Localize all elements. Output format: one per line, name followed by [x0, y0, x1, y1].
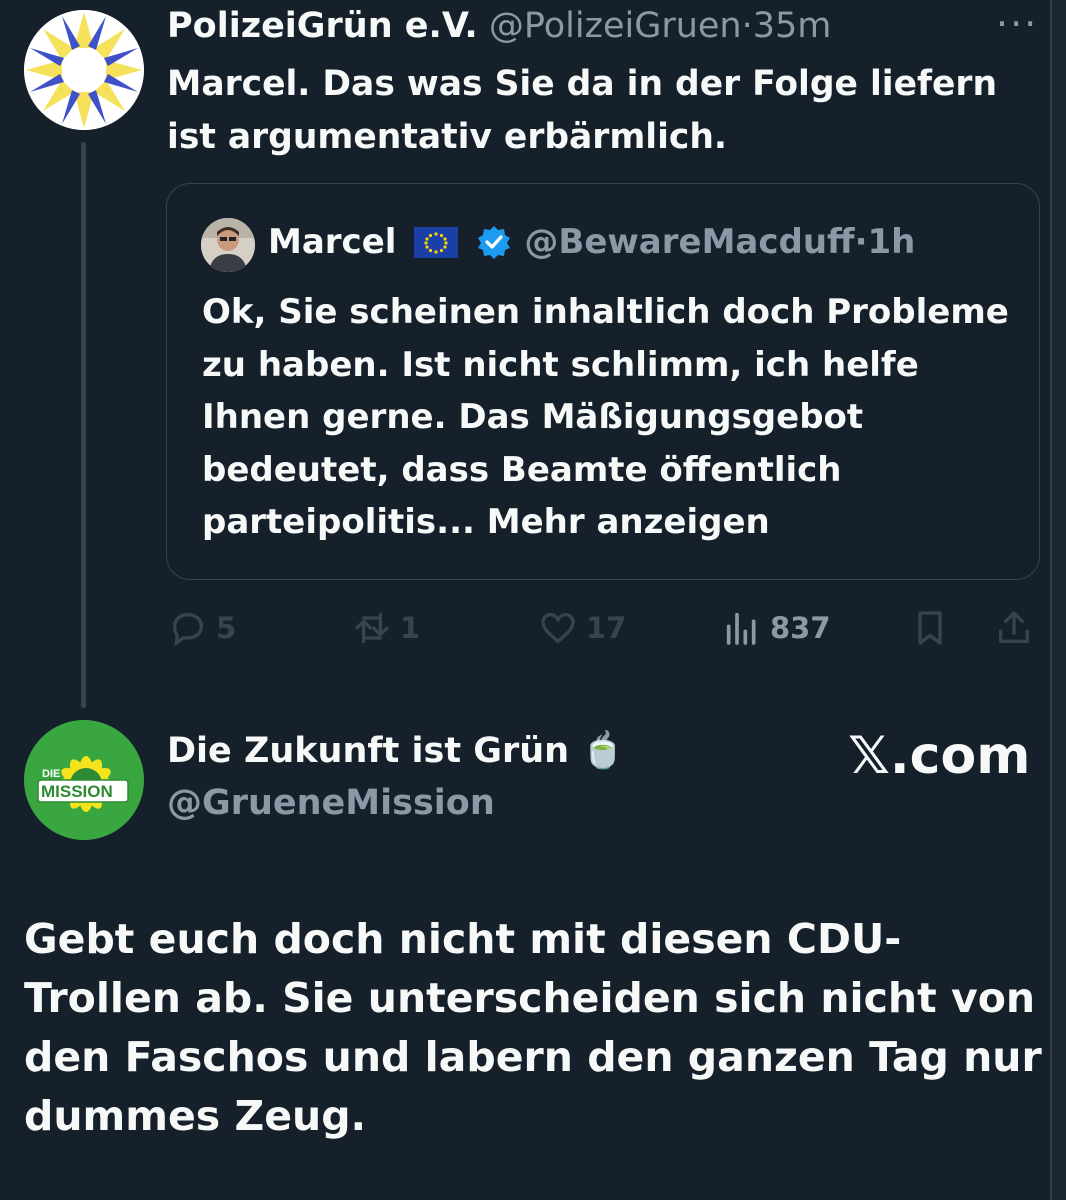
- sunflower-mission-logo-icon: DIE MISSION: [24, 720, 144, 840]
- views-button[interactable]: 837: [722, 606, 831, 650]
- gruenemission-avatar[interactable]: DIE MISSION: [24, 720, 144, 840]
- polizeigruen-avatar[interactable]: [24, 10, 144, 130]
- share-icon: [999, 611, 1029, 643]
- embed-author-name[interactable]: Die Zukunft ist Grün: [167, 731, 569, 771]
- x-com-watermark: 𝕏.com: [848, 726, 1031, 786]
- embed-tweet-text: Gebt euch doch nicht mit diesen CDU-Trol…: [24, 915, 1042, 1140]
- tea-emoji: 🍵: [581, 731, 625, 771]
- bookmark-icon: [918, 611, 942, 645]
- author-name[interactable]: PolizeiGrün e.V.: [167, 6, 478, 46]
- person-avatar-icon: [201, 218, 255, 272]
- sunflower-logo-icon: [24, 10, 144, 130]
- author-handle[interactable]: @PolizeiGruen: [489, 6, 742, 46]
- quoted-author-handle[interactable]: @BewareMacduff: [524, 222, 854, 262]
- reply-count: 5: [216, 611, 237, 645]
- quoted-author-name[interactable]: Marcel: [268, 222, 396, 262]
- like-count: 17: [586, 611, 627, 645]
- repost-button[interactable]: 1: [352, 606, 420, 650]
- reply-icon: [172, 612, 204, 647]
- embed-author-handle[interactable]: @GrueneMission: [167, 783, 495, 823]
- tweet-header: PolizeiGrün e.V. @PolizeiGruen·35m: [167, 6, 831, 46]
- views-icon: [726, 612, 756, 645]
- reply-button[interactable]: 5: [168, 606, 236, 650]
- eu-flag-icon: [414, 227, 459, 258]
- header-separator: ·: [741, 6, 753, 46]
- tweet-text: Marcel. Das was Sie da in der Folge lief…: [167, 64, 998, 157]
- share-button[interactable]: [994, 606, 1034, 650]
- quoted-author-avatar[interactable]: [201, 218, 255, 272]
- scrollbar-track[interactable]: [1050, 0, 1066, 1200]
- embed-author-name-row: Die Zukunft ist Grün 🍵: [167, 730, 625, 772]
- more-options-button[interactable]: ···: [996, 2, 1038, 46]
- quoted-tweet-time[interactable]: 1h: [868, 222, 916, 262]
- quoted-tweet-header: Marcel @BewareMacduff · 1h: [268, 222, 915, 262]
- quoted-separator: ·: [854, 222, 868, 262]
- view-count: 837: [770, 611, 831, 645]
- avatar-label-top: DIE: [42, 768, 60, 780]
- thread-connector-line: [81, 142, 86, 708]
- verified-badge-icon: [476, 224, 512, 260]
- repost-count: 1: [400, 611, 421, 645]
- bookmark-button[interactable]: [910, 606, 950, 650]
- tweet-time[interactable]: 35m: [753, 6, 832, 46]
- repost-icon: [355, 613, 389, 643]
- avatar-label-main: MISSION: [41, 782, 113, 801]
- heart-icon: [541, 612, 575, 644]
- like-button[interactable]: 17: [538, 606, 626, 650]
- quoted-tweet-text: Ok, Sie scheinen inhaltlich doch Problem…: [202, 292, 1009, 542]
